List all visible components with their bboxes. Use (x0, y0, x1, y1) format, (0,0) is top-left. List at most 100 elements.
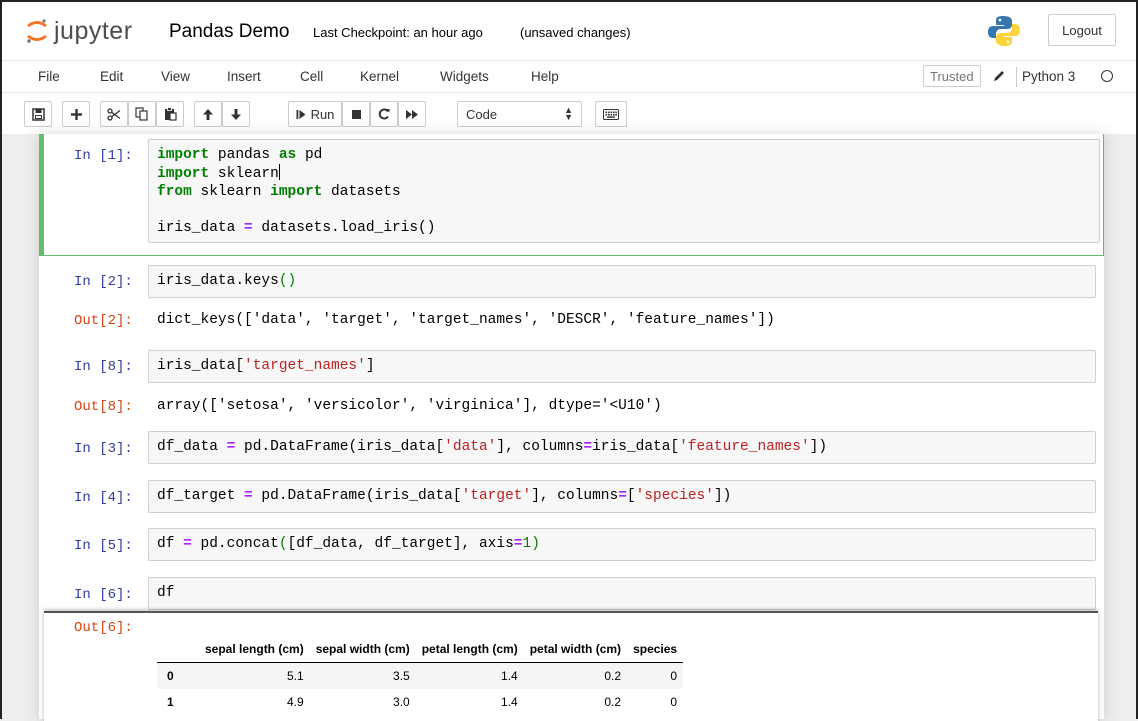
row-index: 1 (167, 695, 174, 709)
edit-mode-pencil-icon (994, 71, 1004, 81)
code-text[interactable]: iris_data['target_names'] (149, 351, 1095, 381)
row-index: 0 (167, 669, 174, 683)
run-button[interactable]: Run (288, 101, 342, 127)
code-editor[interactable]: df_target = pd.DataFrame(iris_data['targ… (148, 480, 1096, 513)
table-row: 0 5.1 3.5 1.4 0.2 0 (157, 662, 684, 689)
code-editor[interactable]: import pandas as pd import sklearn from … (148, 139, 1100, 243)
insert-cell-button[interactable] (62, 101, 90, 127)
table-cell: 5.1 (287, 669, 304, 683)
code-text[interactable]: df = pd.concat([df_data, df_target], axi… (149, 529, 1095, 559)
paste-icon (164, 107, 177, 121)
code-editor[interactable]: df (148, 577, 1096, 610)
table-cell: 4.9 (287, 695, 304, 709)
code-cell-8[interactable]: In [8]: iris_data['target_names'] Out[8]… (39, 344, 1104, 426)
menu-view[interactable]: View (161, 69, 190, 84)
python-logo-icon (988, 16, 1020, 46)
move-up-button[interactable] (194, 101, 222, 127)
copy-icon (135, 107, 148, 121)
input-prompt: In [4]: (74, 490, 133, 506)
kernel-idle-indicator-icon (1101, 70, 1113, 82)
menu-file[interactable]: File (38, 69, 60, 84)
notebook-title[interactable]: Pandas Demo (169, 21, 289, 43)
output-prompt: Out[8]: (74, 399, 133, 415)
code-editor[interactable]: iris_data['target_names'] (148, 350, 1096, 383)
code-cell-3[interactable]: In [3]: df_data = pd.DataFrame(iris_data… (39, 426, 1104, 474)
browser-frame: jupyter Pandas Demo Last Checkpoint: an … (0, 0, 1138, 721)
cell-type-value: Code (466, 106, 498, 122)
kernel-name[interactable]: Python 3 (1022, 69, 1075, 84)
frame-border-top (0, 0, 1138, 2)
table-cell: 0 (670, 669, 678, 683)
table-cell: 0.2 (604, 695, 622, 709)
logout-button[interactable]: Logout (1048, 14, 1116, 46)
restart-icon (378, 108, 390, 120)
index-header (157, 636, 199, 663)
arrow-up-icon (203, 108, 213, 120)
restart-kernel-button[interactable] (370, 101, 398, 127)
output-text: array(['setosa', 'versicolor', 'virginic… (157, 398, 662, 414)
dataframe-table: sepal length (cm) sepal width (cm) petal… (157, 636, 684, 715)
command-palette-button[interactable] (595, 101, 627, 127)
table-cell: 0.2 (604, 669, 622, 683)
jupyter-wordmark: jupyter (54, 16, 133, 45)
copy-button[interactable] (128, 101, 156, 127)
checkpoint-status: Last Checkpoint: an hour ago (313, 25, 483, 40)
save-icon (31, 107, 45, 121)
code-cell-2[interactable]: In [2]: iris_data.keys() Out[2]: dict_ke… (39, 262, 1104, 344)
table-cell: 1.4 (501, 669, 518, 683)
column-header: species (627, 636, 684, 663)
run-icon (296, 109, 306, 119)
menu-kernel[interactable]: Kernel (360, 69, 399, 84)
autosave-status: (unsaved changes) (520, 25, 631, 40)
run-label: Run (310, 106, 335, 122)
save-button[interactable] (24, 101, 52, 127)
kernel-separator (1016, 67, 1017, 87)
select-arrows-icon: ▲ ▼ (564, 105, 573, 122)
code-editor[interactable]: iris_data.keys() (148, 265, 1096, 298)
code-editor[interactable]: df = pd.concat([df_data, df_target], axi… (148, 528, 1096, 561)
code-editor[interactable]: df_data = pd.DataFrame(iris_data['data']… (148, 431, 1096, 464)
column-header: petal width (cm) (523, 636, 628, 663)
code-cell-1[interactable]: In [1]: import pandas as pd import sklea… (39, 134, 1104, 256)
menu-edit[interactable]: Edit (100, 69, 123, 84)
menu-widgets[interactable]: Widgets (440, 69, 489, 84)
input-prompt: In [6]: (74, 587, 133, 603)
table-cell: 0 (670, 695, 678, 709)
column-header: sepal length (cm) (199, 636, 310, 663)
menu-cell[interactable]: Cell (300, 69, 323, 84)
paste-button[interactable] (156, 101, 184, 127)
column-header: petal length (cm) (415, 636, 524, 663)
move-down-button[interactable] (222, 101, 250, 127)
table-cell: 3.0 (393, 695, 410, 709)
interrupt-kernel-button[interactable] (342, 101, 370, 127)
jupyter-logo[interactable]: jupyter (26, 16, 133, 46)
table-cell: 1.4 (501, 695, 518, 709)
jupyter-logo-icon (27, 19, 47, 43)
code-text[interactable]: df (149, 578, 1095, 608)
cut-icon (107, 107, 121, 121)
restart-run-all-button[interactable] (398, 101, 426, 127)
table-row: 1 4.9 3.0 1.4 0.2 0 (157, 689, 683, 715)
input-prompt: In [2]: (74, 274, 133, 290)
frame-border-left (0, 0, 2, 719)
table-cell: 3.5 (393, 669, 410, 683)
code-text[interactable]: iris_data.keys() (149, 266, 1095, 296)
table-header-row: sepal length (cm) sepal width (cm) petal… (157, 636, 684, 663)
trusted-indicator[interactable]: Trusted (923, 65, 981, 87)
output-text: dict_keys(['data', 'target', 'target_nam… (157, 312, 775, 328)
code-text[interactable]: import pandas as pd import sklearn from … (149, 140, 1099, 243)
code-text[interactable]: df_target = pd.DataFrame(iris_data['targ… (149, 481, 1095, 511)
code-text[interactable]: df_data = pd.DataFrame(iris_data['data']… (149, 432, 1095, 462)
cell-type-select[interactable]: Code ▲ ▼ (457, 101, 582, 127)
output-prompt: Out[2]: (74, 313, 133, 329)
input-prompt: In [3]: (74, 441, 133, 457)
column-header: sepal width (cm) (309, 636, 416, 663)
input-prompt: In [1]: (74, 148, 133, 164)
menu-insert[interactable]: Insert (227, 69, 261, 84)
code-cell-5[interactable]: In [5]: df = pd.concat([df_data, df_targ… (39, 522, 1104, 570)
menu-help[interactable]: Help (531, 69, 559, 84)
code-cell-4[interactable]: In [4]: df_target = pd.DataFrame(iris_da… (39, 474, 1104, 522)
text-cursor (278, 164, 280, 180)
menu-bar: File Edit View Insert Cell Kernel Widget… (2, 60, 1136, 92)
cut-button[interactable] (100, 101, 128, 127)
